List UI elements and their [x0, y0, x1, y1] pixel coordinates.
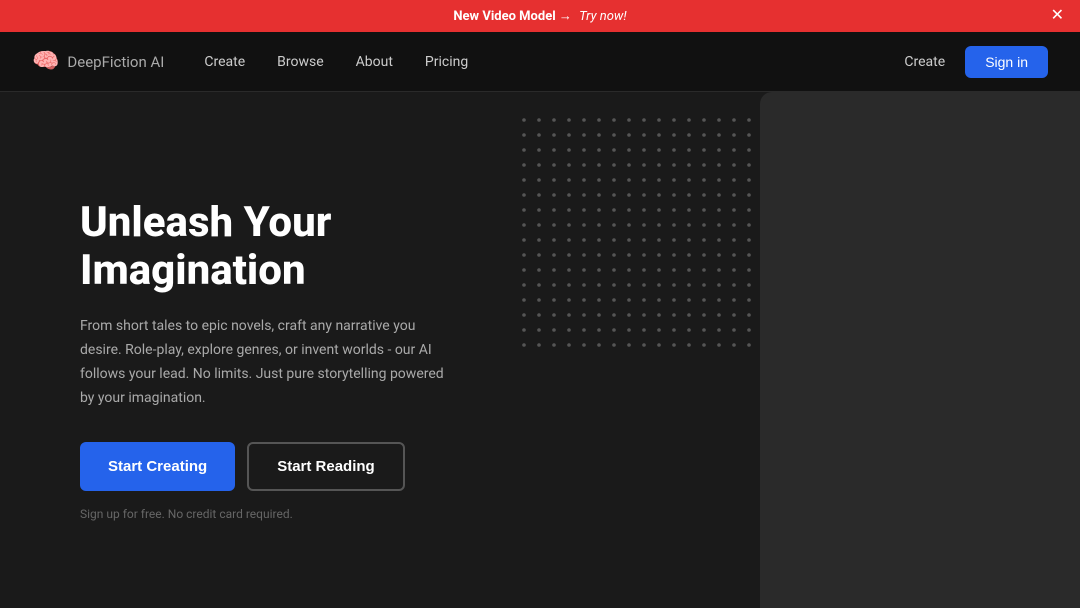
announcement-banner: New Video Model → Try now! ✕: [0, 0, 1080, 32]
hero-title: Unleash Your Imagination: [80, 199, 456, 296]
signin-button[interactable]: Sign in: [965, 46, 1048, 78]
dark-side-panel: [760, 92, 1080, 608]
logo-text: DeepFiction AI: [67, 53, 164, 71]
nav-links: Create Browse About Pricing: [204, 54, 904, 70]
banner-arrow: →: [559, 9, 572, 24]
navbar: 🧠 DeepFiction AI Create Browse About Pri…: [0, 32, 1080, 92]
start-creating-button[interactable]: Start Creating: [80, 442, 235, 491]
banner-text: New Video Model → Try now!: [453, 8, 626, 24]
nav-link-about[interactable]: About: [356, 54, 393, 70]
banner-strong-text: New Video Model: [453, 9, 555, 24]
logo-icon: 🧠: [32, 49, 59, 74]
start-reading-button[interactable]: Start Reading: [247, 442, 405, 491]
signup-note: Sign up for free. No credit card require…: [80, 507, 456, 521]
nav-right-create[interactable]: Create: [904, 54, 945, 70]
hero-description: From short tales to epic novels, craft a…: [80, 315, 456, 410]
banner-close-button[interactable]: ✕: [1051, 8, 1064, 24]
nav-link-pricing[interactable]: Pricing: [425, 54, 468, 70]
hero-section: Unleash Your Imagination From short tale…: [0, 92, 520, 608]
right-section: // Generate dots programmatically: [520, 92, 1080, 608]
logo[interactable]: 🧠 DeepFiction AI: [32, 49, 164, 74]
nav-link-browse[interactable]: Browse: [277, 54, 323, 70]
nav-right: Create Sign in: [904, 46, 1048, 78]
nav-link-create[interactable]: Create: [204, 54, 245, 70]
main-content: Unleash Your Imagination From short tale…: [0, 92, 1080, 608]
banner-cta-text[interactable]: Try now!: [579, 9, 626, 24]
cta-buttons: Start Creating Start Reading: [80, 442, 456, 491]
